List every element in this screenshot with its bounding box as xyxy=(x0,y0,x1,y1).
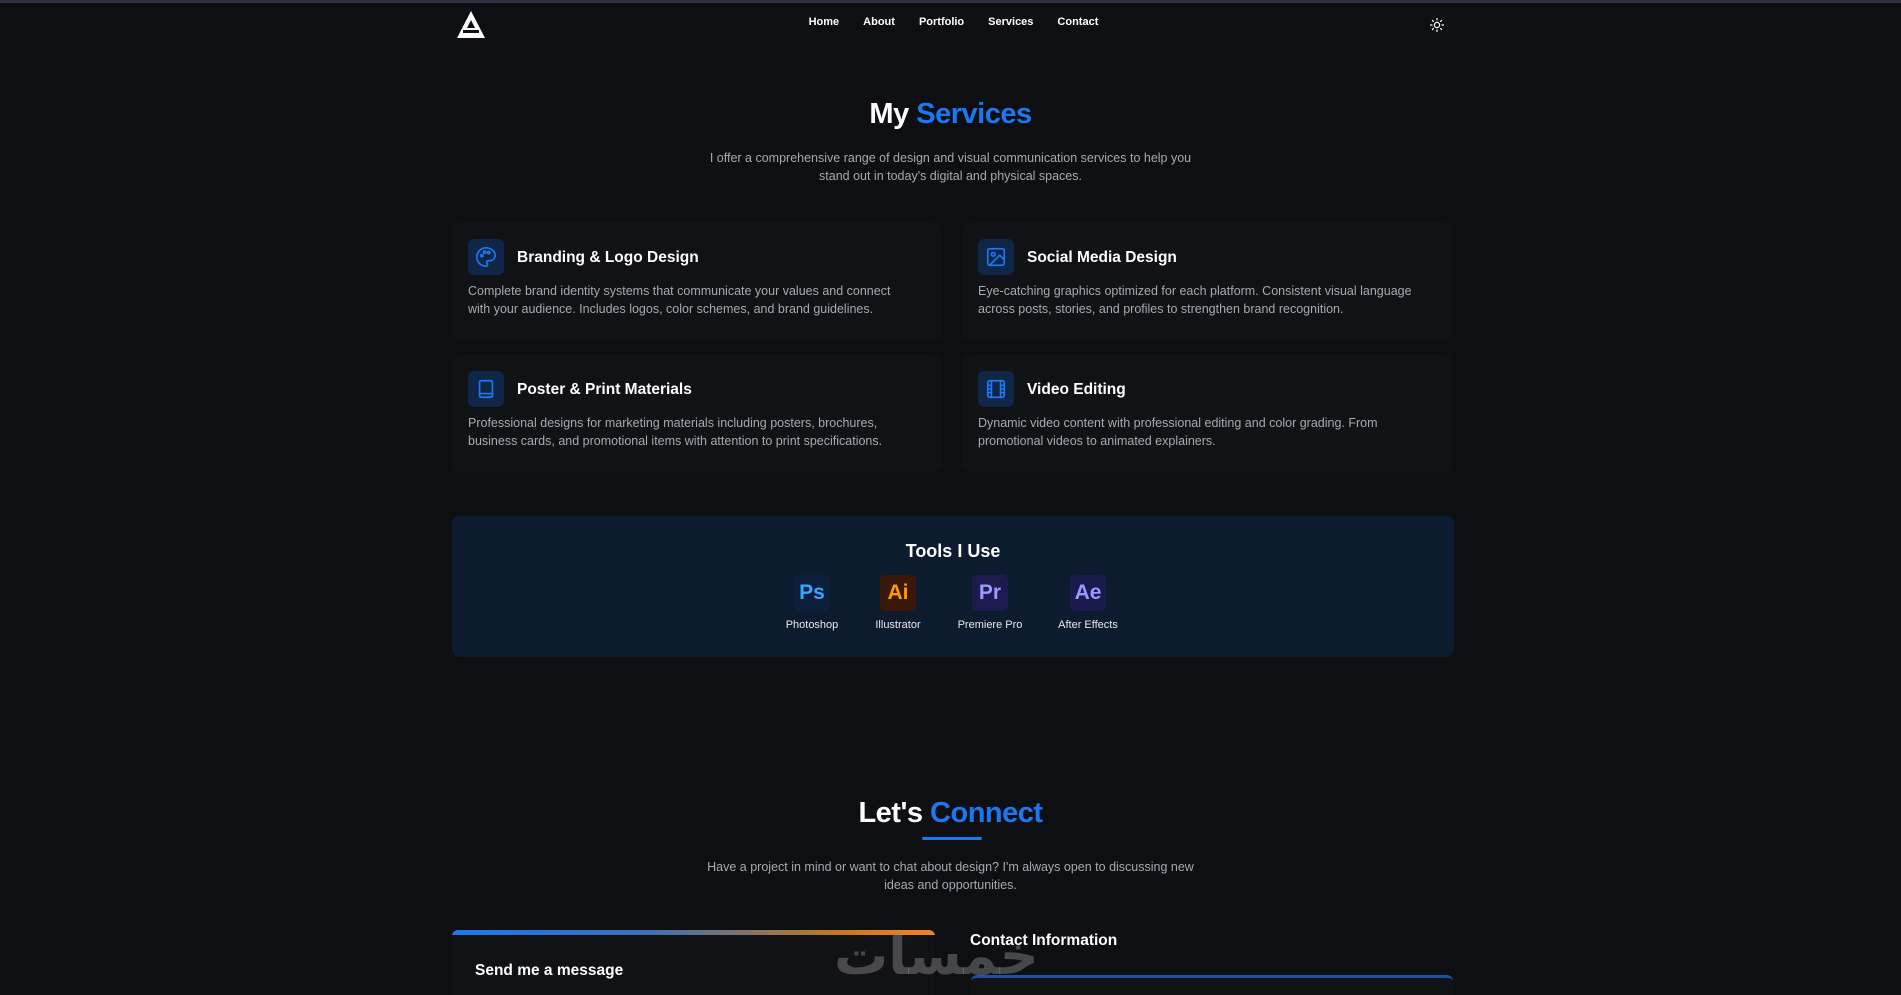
tool-label: After Effects xyxy=(1058,619,1118,631)
card-title: Branding & Logo Design xyxy=(517,249,699,266)
nav-link-portfolio[interactable]: Portfolio xyxy=(919,16,964,28)
tools-title: Tools I Use xyxy=(905,541,1001,561)
card-title: Poster & Print Materials xyxy=(517,381,692,398)
card-description-line: across posts, stories, and profiles to s… xyxy=(978,302,1344,316)
nav-link-services[interactable]: Services xyxy=(988,16,1033,28)
message-form-title: Send me a message xyxy=(475,962,624,979)
nav-link-home[interactable]: Home xyxy=(809,16,840,28)
nav-links: Home About Portfolio Services Contact xyxy=(0,16,1901,28)
navbar: Home About Portfolio Services Contact xyxy=(0,3,1901,47)
service-card-branding: Branding & Logo Design Complete brand id… xyxy=(452,222,942,340)
services-subtitle-line: stand out in today's digital and physica… xyxy=(819,169,1082,183)
service-card-print: Poster & Print Materials Professional de… xyxy=(452,354,942,472)
card-description-line: Complete brand identity systems that com… xyxy=(468,284,891,298)
tools-panel: Tools I Use Ps Photoshop Ai Illustrator … xyxy=(452,516,1454,657)
watermark: خمسات xyxy=(834,924,1039,987)
tool-photoshop: Ps Photoshop xyxy=(767,575,857,631)
services-title-prefix: My xyxy=(869,98,909,130)
tool-premiere-pro: Pr Premiere Pro xyxy=(945,575,1035,631)
card-description-line: Professional designs for marketing mater… xyxy=(468,416,878,430)
service-card-social-media: Social Media Design Eye-catching graphic… xyxy=(962,222,1452,340)
services-subtitle-line: I offer a comprehensive range of design … xyxy=(709,151,1192,165)
film-icon xyxy=(978,371,1014,407)
tool-label: Photoshop xyxy=(785,619,839,631)
image-icon xyxy=(978,239,1014,275)
services-title: My Services xyxy=(0,98,1901,131)
contact-info-card xyxy=(971,975,1453,995)
theme-toggle-button[interactable] xyxy=(1429,17,1445,33)
after-effects-icon: Ae xyxy=(1070,575,1106,611)
connect-title: Let's Connect xyxy=(0,797,1901,830)
photoshop-icon: Ps xyxy=(794,575,830,611)
service-card-video: Video Editing Dynamic video content with… xyxy=(962,354,1452,472)
book-icon xyxy=(468,371,504,407)
title-underline xyxy=(922,837,982,840)
card-description: Eye-catching graphics optimized for each… xyxy=(978,282,1438,318)
nav-link-contact[interactable]: Contact xyxy=(1057,16,1098,28)
illustrator-icon: Ai xyxy=(880,575,916,611)
card-description-line: promotional videos to animated explainer… xyxy=(978,434,1216,448)
connect-subtitle-line: ideas and opportunities. xyxy=(884,878,1017,892)
card-description: Complete brand identity systems that com… xyxy=(468,282,928,318)
card-description-line: Eye-catching graphics optimized for each… xyxy=(978,284,1412,298)
card-description: Professional designs for marketing mater… xyxy=(468,414,928,450)
services-subtitle: I offer a comprehensive range of design … xyxy=(0,149,1901,185)
nav-link-about[interactable]: About xyxy=(863,16,895,28)
card-description-line: with your audience. Includes logos, colo… xyxy=(468,302,874,316)
tool-illustrator: Ai Illustrator xyxy=(853,575,943,631)
card-title: Social Media Design xyxy=(1027,249,1177,266)
connect-title-accent: Connect xyxy=(930,797,1043,829)
premiere-pro-icon: Pr xyxy=(972,575,1008,611)
connect-subtitle-line: Have a project in mind or want to chat a… xyxy=(707,860,1194,874)
card-description-line: business cards, and promotional items wi… xyxy=(468,434,883,448)
tool-label: Premiere Pro xyxy=(957,619,1023,631)
card-description-line: Dynamic video content with professional … xyxy=(978,416,1378,430)
sun-icon xyxy=(1429,17,1445,33)
card-description: Dynamic video content with professional … xyxy=(978,414,1438,450)
connect-subtitle: Have a project in mind or want to chat a… xyxy=(0,858,1901,894)
tool-after-effects: Ae After Effects xyxy=(1043,575,1133,631)
services-title-accent: Services xyxy=(916,98,1032,130)
card-title: Video Editing xyxy=(1027,381,1126,398)
connect-title-prefix: Let's xyxy=(858,797,923,829)
palette-icon xyxy=(468,239,504,275)
tool-label: Illustrator xyxy=(875,619,921,631)
